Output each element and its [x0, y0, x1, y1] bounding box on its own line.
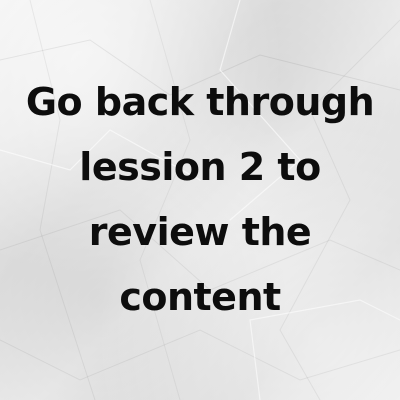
crumpled-paper-background: Go back through lession 2 to review the … [0, 0, 400, 400]
message-line-4: content [119, 275, 281, 319]
message-line-3: review the [88, 210, 312, 254]
message-line-1: Go back through [25, 80, 375, 124]
message-text: Go back through lession 2 to review the … [0, 70, 400, 330]
message-line-2: lession 2 to [79, 145, 321, 189]
